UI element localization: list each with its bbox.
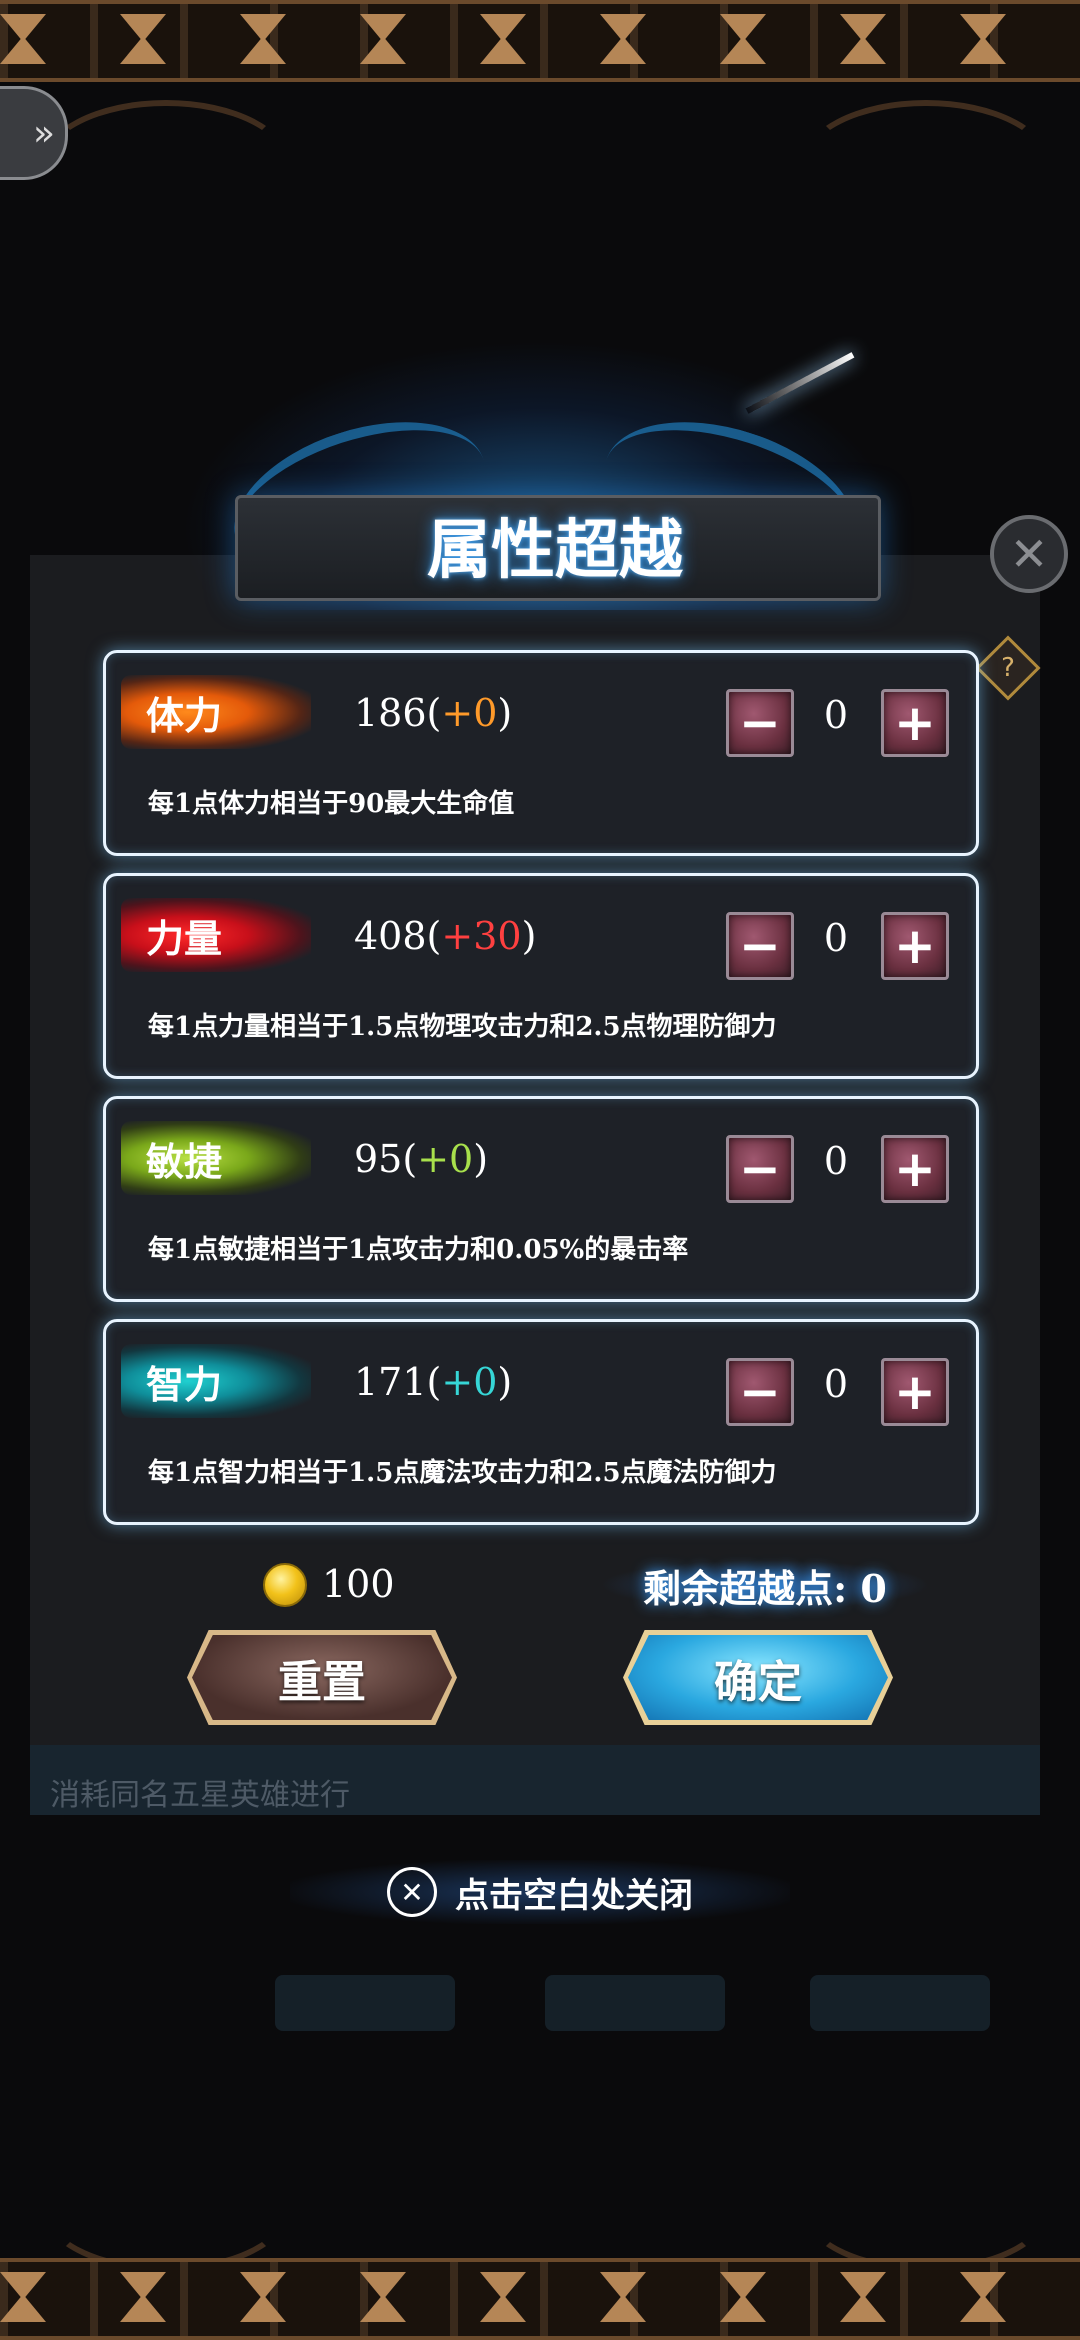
increase-button[interactable]: + xyxy=(881,912,949,980)
scroll-ornament xyxy=(40,100,292,232)
confirm-button[interactable]: 确定 xyxy=(623,1630,893,1725)
background-button xyxy=(810,1975,990,2031)
background-button xyxy=(545,1975,725,2031)
attribute-card-agility: 敏捷 95(+0) − 0 + 每1点敏捷相当于1点攻击力和0.05%的暴击率 xyxy=(103,1096,979,1302)
attribute-card-stamina: 体力 186(+0) − 0 + 每1点体力相当于90最大生命值 xyxy=(103,650,979,856)
allocated-points: 0 xyxy=(823,1139,849,1183)
allocated-points: 0 xyxy=(823,1362,849,1406)
attribute-value: 171(+0) xyxy=(354,1360,513,1404)
coin-cost: 100 xyxy=(322,1562,395,1606)
remaining-points: 剩余超越点: 0 xyxy=(600,1560,930,1611)
increase-button[interactable]: + xyxy=(881,1135,949,1203)
attribute-value: 186(+0) xyxy=(354,691,513,735)
allocated-points: 0 xyxy=(823,693,849,737)
minus-icon: − xyxy=(739,1140,781,1198)
reset-button[interactable]: 重置 xyxy=(187,1630,457,1725)
allocated-points: 0 xyxy=(823,916,849,960)
decrease-button[interactable]: − xyxy=(726,912,794,980)
scroll-ornament xyxy=(800,2140,1052,2272)
attribute-label: 力量 xyxy=(121,898,311,972)
increase-button[interactable]: + xyxy=(881,1358,949,1426)
plus-icon: + xyxy=(894,694,936,752)
attribute-value: 95(+0) xyxy=(354,1137,489,1181)
double-chevron-icon: » xyxy=(32,112,55,154)
minus-icon: − xyxy=(739,917,781,975)
attribute-label: 智力 xyxy=(121,1344,311,1418)
minus-icon: − xyxy=(739,1363,781,1421)
attribute-label: 体力 xyxy=(121,675,311,749)
plus-icon: + xyxy=(894,917,936,975)
close-icon: ✕ xyxy=(1009,527,1049,581)
gold-coin-icon xyxy=(263,1563,307,1607)
close-hint-text: 点击空白处关闭 xyxy=(455,1875,693,1916)
attribute-bonus: +0 xyxy=(441,1360,498,1404)
decrease-button[interactable]: − xyxy=(726,1358,794,1426)
decrease-button[interactable]: − xyxy=(726,1135,794,1203)
plus-icon: + xyxy=(894,1140,936,1198)
minus-icon: − xyxy=(739,694,781,752)
background-strip-text: 消耗同名五星英雄进行 xyxy=(50,1778,350,1813)
close-button[interactable]: ✕ xyxy=(990,515,1068,593)
attribute-card-intelligence: 智力 171(+0) − 0 + 每1点智力相当于1.5点魔法攻击力和2.5点魔… xyxy=(103,1319,979,1525)
attribute-value: 408(+30) xyxy=(354,914,537,958)
attribute-card-strength: 力量 408(+30) − 0 + 每1点力量相当于1.5点物理攻击力和2.5点… xyxy=(103,873,979,1079)
plus-icon: + xyxy=(894,1363,936,1421)
attribute-bonus: +0 xyxy=(441,691,498,735)
confirm-button-label: 确定 xyxy=(714,1656,802,1708)
top-decorative-border xyxy=(0,0,1080,82)
increase-button[interactable]: + xyxy=(881,689,949,757)
attribute-description: 每1点敏捷相当于1点攻击力和0.05%的暴击率 xyxy=(148,1235,689,1265)
attribute-description: 每1点智力相当于1.5点魔法攻击力和2.5点魔法防御力 xyxy=(148,1458,777,1488)
scroll-ornament xyxy=(40,2140,292,2272)
decrease-button[interactable]: − xyxy=(726,689,794,757)
dialog-title: 属性超越 xyxy=(427,513,683,588)
background-button xyxy=(275,1975,455,2031)
close-circle-icon: ✕ xyxy=(387,1867,437,1917)
attribute-description: 每1点力量相当于1.5点物理攻击力和2.5点物理防御力 xyxy=(148,1012,777,1042)
attribute-bonus: +0 xyxy=(417,1137,474,1181)
reset-button-label: 重置 xyxy=(278,1656,366,1708)
attribute-bonus: +30 xyxy=(441,914,522,958)
question-icon: ? xyxy=(1001,653,1015,683)
tap-to-close-hint[interactable]: ✕ 点击空白处关闭 xyxy=(290,1860,790,1924)
attribute-description: 每1点体力相当于90最大生命值 xyxy=(148,789,515,819)
attribute-label: 敏捷 xyxy=(121,1121,311,1195)
bottom-decorative-border xyxy=(0,2258,1080,2340)
scroll-ornament xyxy=(800,100,1052,232)
